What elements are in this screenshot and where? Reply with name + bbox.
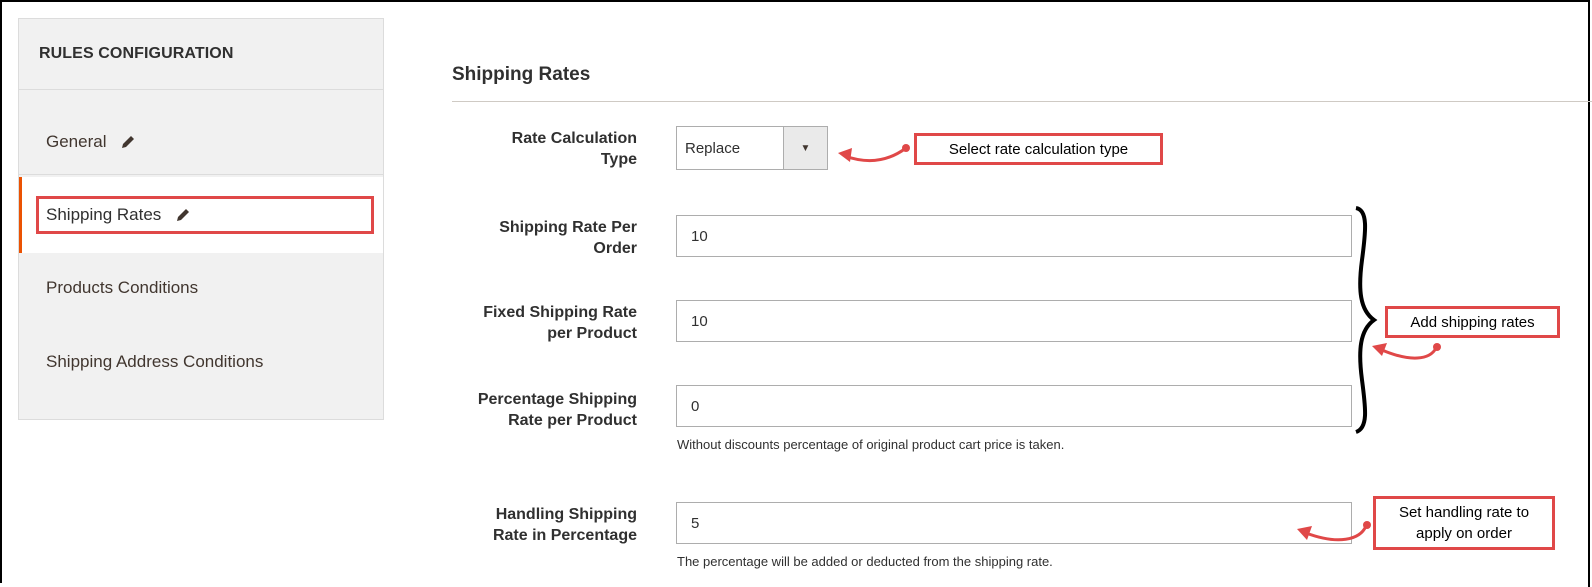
arrow-icon [1381,347,1438,360]
callout-line: Set handling rate to [1398,504,1530,521]
callout-add-rates: Add shipping rates [1385,306,1560,338]
arrow-icon [1305,525,1368,542]
arrow-dot [1433,343,1441,351]
callout-line: apply on order [1416,525,1512,542]
arrowhead [838,148,852,162]
callout-select-type: Select rate calculation type [914,133,1163,165]
arrow-dot [1363,521,1371,529]
annotation-overlay [838,144,1441,542]
arrowhead [1372,343,1387,356]
arrow-dot [902,144,910,152]
curly-brace [1355,206,1378,434]
callout-handling-rate: Set handling rate to apply on order [1373,496,1555,550]
arrow-icon [844,146,907,163]
